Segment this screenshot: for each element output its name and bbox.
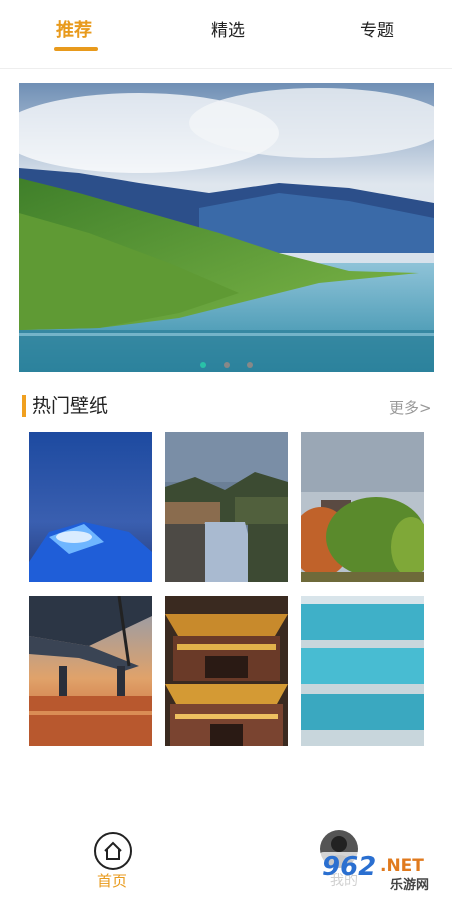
banner-image <box>19 83 434 372</box>
tab-topics[interactable]: 专题 <box>360 18 394 44</box>
wallpaper-image <box>29 596 152 746</box>
banner-carousel[interactable] <box>19 83 434 372</box>
nav-home-label[interactable]: 首页 <box>97 870 127 892</box>
wallpaper-thumb-autumn-trees[interactable] <box>301 432 424 582</box>
carousel-dots <box>19 353 434 368</box>
wallpaper-image <box>165 432 288 582</box>
top-tab-bar: 推荐 精选 专题 <box>0 0 452 69</box>
watermark-suffix: .NET <box>380 856 424 876</box>
wallpaper-thumb-bridge-sunset[interactable] <box>29 596 152 746</box>
wallpaper-thumb-canal-town[interactable] <box>165 432 288 582</box>
section-title: 热门壁纸 <box>32 395 109 417</box>
carousel-dot[interactable] <box>223 362 230 368</box>
carousel-dot[interactable] <box>246 362 253 368</box>
active-tab-indicator <box>54 47 98 51</box>
tab-recommend[interactable]: 推荐 <box>56 18 92 44</box>
wallpaper-thumb-glass-building[interactable] <box>301 596 424 746</box>
home-glyph <box>104 841 122 860</box>
watermark-logo: 962 .NET 乐游网 <box>314 848 446 894</box>
wallpaper-thumb-palace-lights[interactable] <box>165 596 288 746</box>
home-icon[interactable] <box>94 832 132 870</box>
tab-featured[interactable]: 精选 <box>211 18 245 44</box>
wallpaper-image <box>165 596 288 746</box>
watermark-sub: 乐游网 <box>390 878 430 893</box>
wallpaper-thumb-blue-tent[interactable] <box>29 432 152 582</box>
section-accent-bar <box>22 395 26 417</box>
more-link[interactable]: 更多> <box>389 397 432 419</box>
watermark-brand: 962 <box>322 852 377 882</box>
wallpaper-image <box>29 432 152 582</box>
wallpaper-image <box>301 432 424 582</box>
wallpaper-image <box>301 596 424 746</box>
